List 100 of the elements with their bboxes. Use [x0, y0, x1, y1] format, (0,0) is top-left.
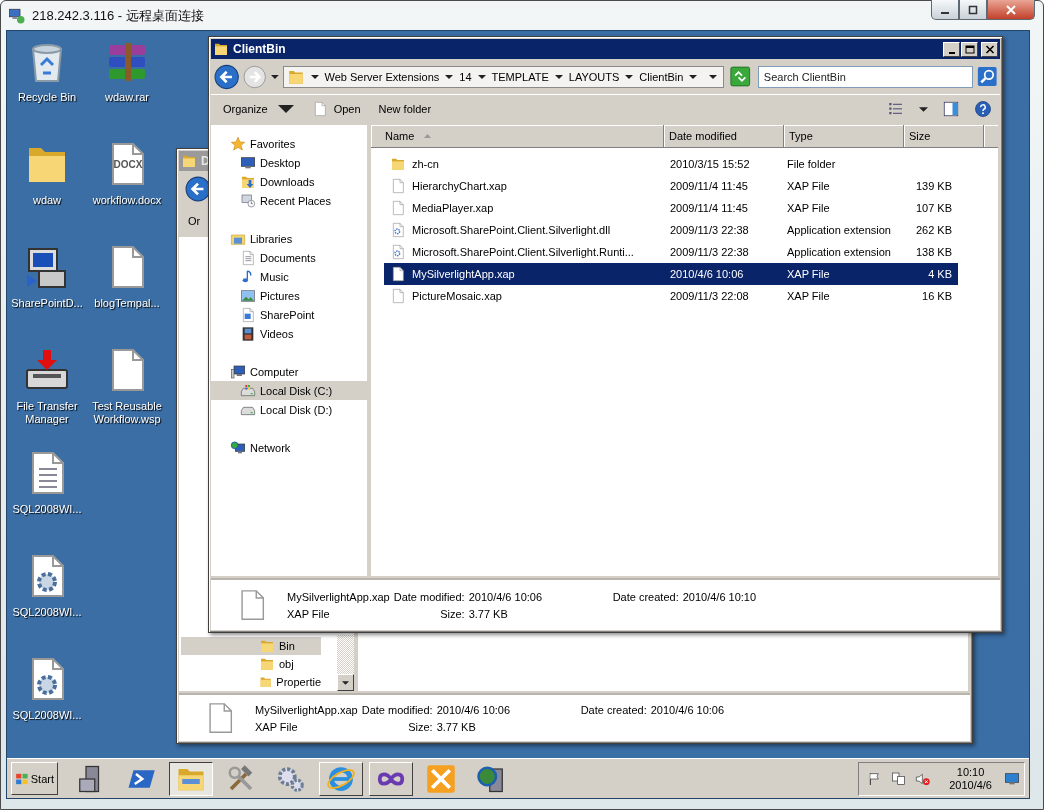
- nav-item[interactable]: Desktop: [211, 153, 367, 172]
- column-header[interactable]: Date modified: [664, 125, 784, 148]
- preview-pane-icon[interactable]: [942, 100, 960, 118]
- refresh-icon[interactable]: [730, 66, 751, 87]
- search-icon[interactable]: [976, 66, 997, 87]
- caret-icon[interactable]: [310, 74, 319, 79]
- icon-label[interactable]: blogTempal...: [88, 297, 166, 310]
- icon-label[interactable]: SharePointD...: [8, 297, 86, 310]
- nav-item[interactable]: Music: [211, 267, 367, 286]
- icon-label[interactable]: wdaw: [8, 194, 86, 207]
- caret-icon[interactable]: [625, 74, 634, 79]
- toolbar-button[interactable]: New folder: [376, 101, 434, 117]
- help-icon[interactable]: [974, 100, 992, 118]
- back-icon[interactable]: [185, 176, 211, 202]
- nav-item[interactable]: Libraries: [211, 229, 367, 248]
- minimize-button[interactable]: [931, 0, 959, 20]
- nav-item[interactable]: Documents: [211, 248, 367, 267]
- nav-item[interactable]: Favorites: [211, 134, 367, 153]
- icon-label[interactable]: SQL2008WI...: [8, 606, 86, 619]
- computer-icon[interactable]: [230, 363, 246, 380]
- nav-item[interactable]: Videos: [211, 324, 367, 343]
- clock-time[interactable]: 10:10: [956, 765, 985, 779]
- clock-date[interactable]: 2010/4/6: [949, 778, 992, 792]
- nav-item[interactable]: Downloads: [211, 172, 367, 191]
- nav-item[interactable]: Local Disk (C:): [211, 381, 367, 400]
- file-name[interactable]: MySilverlightApp.xap: [412, 268, 515, 280]
- caret-icon[interactable]: [477, 74, 486, 79]
- maximize-icon[interactable]: [967, 4, 979, 15]
- file-name[interactable]: PictureMosaic.xap: [412, 290, 502, 302]
- file-row[interactable]: Microsoft.SharePoint.Client.Silverlight.dll 2009/11/3 22:38 Application extension 262 KB: [384, 219, 958, 241]
- caret-icon[interactable]: [554, 74, 563, 79]
- breadcrumb-item[interactable]: TEMPLATE: [491, 70, 549, 83]
- table-cell-text: 4 KB: [927, 268, 952, 280]
- icon-label[interactable]: Recycle Bin: [8, 91, 86, 104]
- breadcrumb-item[interactable]: Web Server Extensions: [324, 70, 440, 83]
- file-name[interactable]: Microsoft.SharePoint.Client.Silverlight.Runti...: [412, 246, 634, 258]
- scrollbar[interactable]: [337, 635, 354, 691]
- monitor-icon[interactable]: [240, 154, 256, 171]
- monitor-clock-icon[interactable]: [240, 192, 256, 209]
- file-row[interactable]: MediaPlayer.xap 2009/11/4 11:45 XAP File 107 KB: [384, 197, 958, 219]
- toolbar-button[interactable]: Or: [188, 215, 201, 227]
- table-cell-text: Application extension: [786, 224, 892, 236]
- caret-icon[interactable]: [689, 74, 698, 79]
- nav-item[interactable]: Recent Places: [211, 191, 367, 210]
- breadcrumb-item[interactable]: 14: [459, 70, 472, 83]
- star-icon[interactable]: [230, 135, 246, 152]
- toolbar-button[interactable]: Organize: [221, 98, 296, 120]
- caret-icon[interactable]: [342, 680, 349, 685]
- nav-item[interactable]: Bin: [181, 637, 321, 655]
- address-bar[interactable]: Web Server Extensions 14 TEMPLATE LAYOUTS ClientBin: [282, 65, 725, 88]
- file-name[interactable]: HierarchyChart.xap: [412, 180, 507, 192]
- icon-label[interactable]: SQL2008WI...: [8, 709, 86, 722]
- nav-item[interactable]: Pictures: [211, 286, 367, 305]
- column-header[interactable]: Name: [371, 125, 664, 148]
- file-icon[interactable]: [390, 265, 406, 283]
- nav-item[interactable]: Network: [211, 438, 367, 457]
- start-button[interactable]: Start: [11, 762, 58, 795]
- nav-item[interactable]: Propertie: [181, 673, 321, 691]
- gear-file-icon[interactable]: [390, 221, 406, 239]
- network-icon[interactable]: [230, 439, 246, 456]
- nav-item[interactable]: Computer: [211, 362, 367, 381]
- column-header[interactable]: Type: [784, 125, 904, 148]
- caret-icon[interactable]: [445, 74, 454, 79]
- page-icon[interactable]: [240, 306, 256, 323]
- monitor-icon[interactable]: [1004, 770, 1020, 787]
- column-header[interactable]: Size: [904, 125, 984, 148]
- image-icon[interactable]: [240, 287, 256, 304]
- file-row[interactable]: MySilverlightApp.xap 2010/4/6 10:06 XAP File 4 KB: [384, 263, 958, 285]
- icon-label[interactable]: wdaw.rar: [88, 91, 166, 104]
- table-cell-text: 2009/11/4 11:45: [669, 180, 749, 192]
- caret-icon[interactable]: [709, 74, 718, 79]
- breadcrumb-item[interactable]: LAYOUTS: [568, 70, 620, 83]
- icon-label[interactable]: File Transfer Manager: [8, 400, 86, 426]
- network-icon[interactable]: [891, 770, 908, 787]
- back-icon[interactable]: [214, 63, 240, 90]
- icon-label[interactable]: workflow.docx: [88, 194, 166, 207]
- nav-item[interactable]: SharePoint: [211, 305, 367, 324]
- icon-label[interactable]: Test Reusable Workflow.wsp: [88, 400, 166, 426]
- file-name[interactable]: Microsoft.SharePoint.Client.Silverlight.dll: [412, 224, 611, 236]
- scroll-down-button[interactable]: [337, 674, 354, 691]
- window-title: ClientBin: [233, 42, 287, 56]
- maximize-button[interactable]: [959, 0, 987, 20]
- nav-item[interactable]: obj: [181, 655, 321, 673]
- file-row[interactable]: HierarchyChart.xap 2009/11/4 11:45 XAP File 139 KB: [384, 175, 958, 197]
- caret-icon[interactable]: [270, 74, 279, 79]
- icon-label[interactable]: SQL2008WI...: [8, 503, 86, 516]
- detail-value: 3.77 KB: [436, 720, 477, 733]
- file-row[interactable]: PictureMosaic.xap 2009/11/3 22:08 XAP File 16 KB: [384, 285, 958, 307]
- file-name[interactable]: zh-cn: [412, 158, 439, 170]
- speaker-muted-icon[interactable]: [915, 770, 932, 787]
- file-name[interactable]: MediaPlayer.xap: [412, 202, 494, 214]
- file-row[interactable]: zh-cn 2010/3/15 15:52 File folder: [384, 153, 958, 175]
- search-field[interactable]: Search ClientBin: [757, 65, 973, 88]
- breadcrumb-item[interactable]: ClientBin: [639, 70, 684, 83]
- nav-item[interactable]: Local Disk (D:): [211, 400, 367, 419]
- caret-icon[interactable]: [919, 106, 928, 112]
- taskbar-button[interactable]: [169, 761, 213, 796]
- film-icon[interactable]: [240, 325, 256, 342]
- file-row[interactable]: Microsoft.SharePoint.Client.Silverlight.Runti... 2009/11/3 22:38 Application extension 138 KB: [384, 241, 958, 263]
- toolbar-button[interactable]: Open: [309, 98, 363, 120]
